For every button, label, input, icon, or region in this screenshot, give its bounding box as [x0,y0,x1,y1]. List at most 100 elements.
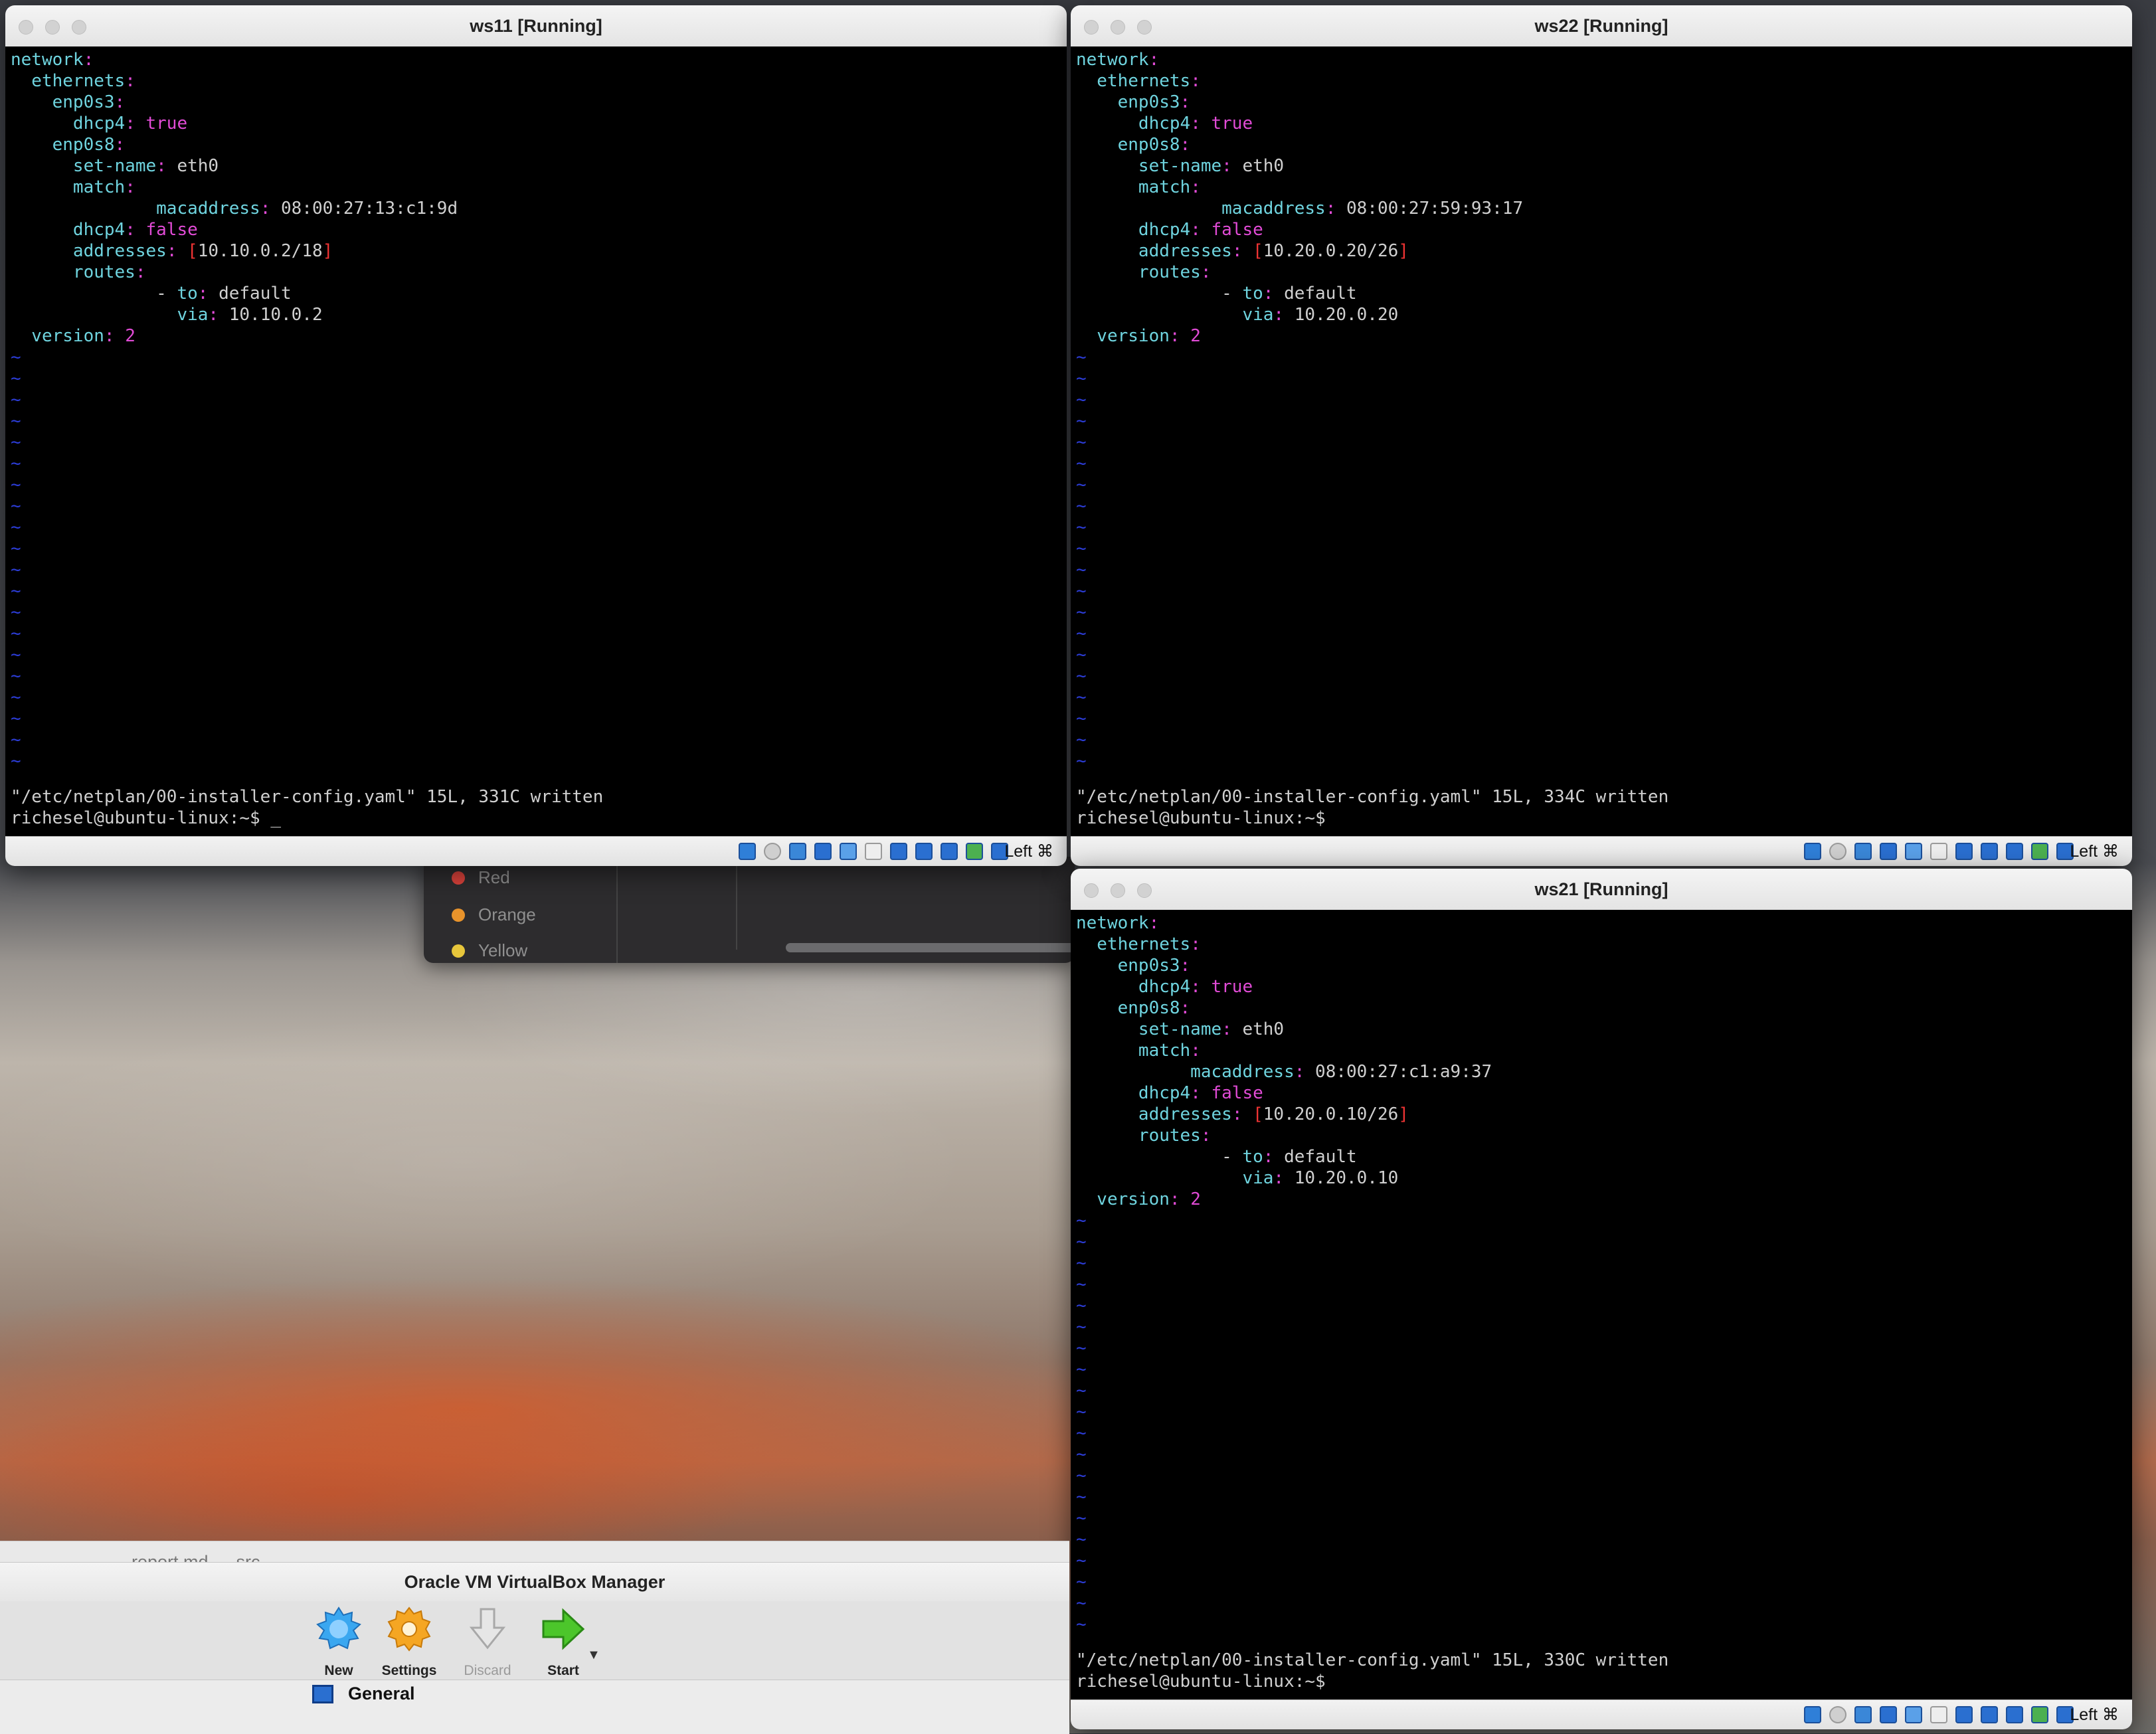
optical-drive-icon[interactable] [739,843,756,860]
terminal-token: macaddress [1076,199,1326,218]
terminal-token: 10.10.0.2/18 [197,241,323,261]
window-titlebar[interactable]: ws22 [Running] [1071,5,2132,47]
recording-icon[interactable] [1955,1706,1973,1723]
terminal-line: match: [1076,177,2132,198]
display-icon[interactable] [1930,1706,1947,1723]
vim-empty-line-marker: ~ [11,666,21,686]
terminal-token: : [125,177,135,197]
vim-empty-line-marker: ~ [1076,1487,1087,1507]
window-titlebar[interactable]: ws21 [Running] [1071,869,2132,910]
display-icon[interactable] [865,843,882,860]
vim-empty-line-marker: ~ [1076,432,1087,452]
terminal-token: : [1190,977,1212,997]
new-button[interactable]: New [306,1606,372,1679]
mouse-integration-icon[interactable] [2031,1706,2048,1723]
audio-icon[interactable] [1829,843,1846,860]
vim-status-message: "/etc/netplan/00-installer-config.yaml" … [1076,787,1669,807]
network-icon[interactable] [1854,1706,1872,1723]
vim-empty-line-marker: ~ [11,751,21,771]
network-icon[interactable] [789,843,806,860]
cpu-icon[interactable] [941,843,958,860]
settings-button[interactable]: Settings [376,1606,442,1679]
vim-empty-line-marker: ~ [1076,1551,1087,1571]
horizontal-scrollbar[interactable] [786,943,1075,952]
cpu-icon[interactable] [2006,843,2023,860]
terminal-screen[interactable]: network: ethernets: enp0s3: dhcp4: true … [5,46,1067,837]
virtualbox-manager-window[interactable]: Oracle VM VirtualBox Manager New Setting… [0,1562,1069,1734]
start-button[interactable]: Start [530,1606,596,1679]
tag-item-red[interactable]: Red [452,867,510,888]
terminal-token: enp0s8 [1076,998,1180,1018]
mouse-integration-icon[interactable] [966,843,983,860]
usb-icon[interactable] [814,843,832,860]
terminal-token: false [1211,220,1263,240]
terminal-token: : [1273,1168,1295,1188]
vim-empty-line-marker: ~ [11,687,21,707]
shared-folder-icon[interactable] [1905,1706,1922,1723]
audio-icon[interactable] [1829,1706,1846,1723]
vim-empty-line-marker: ~ [1076,1359,1087,1379]
status-icons [1804,1706,2074,1723]
display-icon[interactable] [1930,843,1947,860]
terminal-token: version [1076,326,1170,346]
terminal-token: 2 [1190,1189,1201,1209]
terminal-line: enp0s3: [1076,955,2132,976]
terminal-token: false [1211,1083,1263,1103]
terminal-token: : [1180,998,1191,1018]
optical-drive-icon[interactable] [1804,1706,1821,1723]
vim-empty-line-marker: ~ [1076,1381,1087,1401]
vim-empty-line-marker: ~ [11,347,21,367]
terminal-token: : [1190,220,1212,240]
vm-window-ws22[interactable]: ws22 [Running] network: ethernets: enp0s… [1071,5,2132,866]
terminal-screen[interactable]: network: ethernets: enp0s3: dhcp4: true … [1071,910,2132,1700]
cpu-icon[interactable] [2006,1706,2023,1723]
vim-empty-line-marker: ~ [11,432,21,452]
vm-window-ws21[interactable]: ws21 [Running] network: ethernets: enp0s… [1071,869,2132,1729]
vim-empty-line-marker: ~ [11,602,21,622]
terminal-token: to [1242,284,1263,303]
vm-window-ws11[interactable]: ws11 [Running] network: ethernets: enp0s… [5,5,1067,866]
vim-empty-line-marker: ~ [1076,1253,1087,1273]
toolbar: New Settings Discard Start ▼ [0,1601,1069,1680]
snapshot-icon[interactable] [915,843,933,860]
terminal-token: routes [1076,262,1201,282]
vim-empty-line-marker: ~ [1076,1402,1087,1422]
tag-item-yellow[interactable]: Yellow [452,940,527,961]
audio-icon[interactable] [764,843,781,860]
tag-color-dot [452,908,465,922]
terminal-token: eth0 [177,156,219,176]
terminal-line: enp0s3: [11,92,1067,113]
optical-drive-icon[interactable] [1804,843,1821,860]
vm-status-bar: Left ⌘ [5,836,1067,866]
shared-folder-icon[interactable] [840,843,857,860]
chevron-down-icon[interactable]: ▼ [587,1648,600,1663]
discard-button[interactable]: Discard [454,1606,521,1679]
new-icon [316,1606,361,1650]
terminal-token: network [1076,913,1149,933]
recording-icon[interactable] [890,843,907,860]
mouse-integration-icon[interactable] [2031,843,2048,860]
tag-item-orange[interactable]: Orange [452,905,536,925]
terminal-line: network: [1076,912,2132,934]
window-titlebar[interactable]: ws11 [Running] [5,5,1067,47]
usb-icon[interactable] [1880,843,1897,860]
snapshot-icon[interactable] [1981,843,1998,860]
terminal-line: via: 10.20.0.10 [1076,1168,2132,1189]
terminal-line: match: [1076,1040,2132,1061]
terminal-line: version: 2 [1076,325,2132,347]
terminal-line: dhcp4: false [11,219,1067,240]
shared-folder-icon[interactable] [1905,843,1922,860]
recording-icon[interactable] [1955,843,1973,860]
vim-empty-line-marker: ~ [1076,539,1087,559]
terminal-line: routes: [1076,1125,2132,1146]
terminal-token: : [104,326,126,346]
terminal-screen[interactable]: network: ethernets: enp0s3: dhcp4: true … [1071,46,2132,837]
snapshot-icon[interactable] [1981,1706,1998,1723]
usb-icon[interactable] [1880,1706,1897,1723]
terminal-token: version [11,326,104,346]
terminal-token: : [1148,50,1160,70]
terminal-token: via [1076,1168,1274,1188]
network-icon[interactable] [1854,843,1872,860]
terminal-token: : [1169,1189,1191,1209]
section-general[interactable]: General [312,1684,415,1704]
